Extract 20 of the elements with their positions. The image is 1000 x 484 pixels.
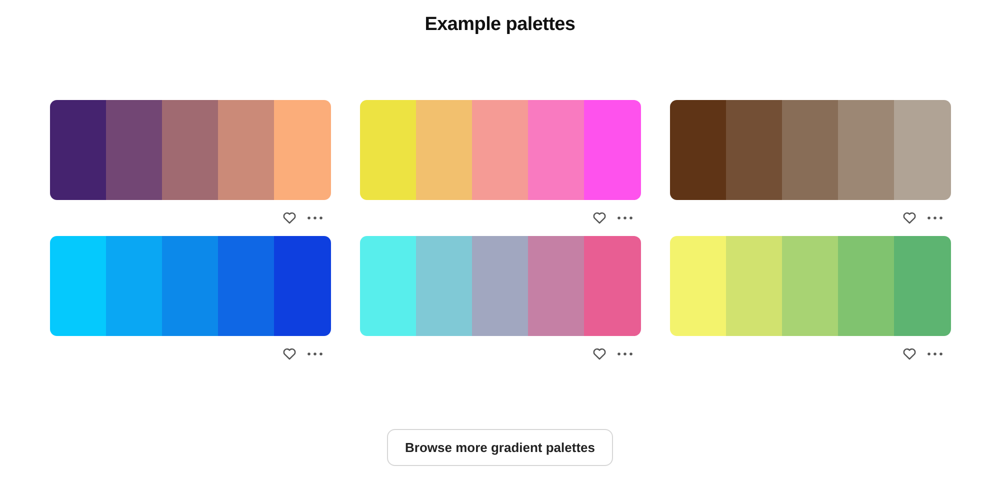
color-palette[interactable]	[670, 236, 950, 336]
color-palette[interactable]	[670, 100, 950, 200]
color-palette[interactable]	[50, 236, 330, 336]
heart-icon[interactable]	[902, 348, 916, 360]
heart-icon[interactable]	[592, 348, 606, 360]
section-title: Example palettes	[424, 14, 576, 36]
more-options-icon[interactable]	[616, 216, 632, 220]
browse-palettes-button[interactable]: Browse more gradient palettes	[387, 429, 613, 466]
more-options-icon[interactable]	[926, 352, 942, 356]
color-palette[interactable]	[360, 100, 640, 200]
more-options-icon[interactable]	[616, 352, 632, 356]
more-options-icon[interactable]	[926, 216, 942, 220]
heart-icon[interactable]	[902, 212, 916, 224]
heart-icon[interactable]	[282, 212, 296, 224]
more-options-icon[interactable]	[306, 216, 322, 220]
color-palette[interactable]	[360, 236, 640, 336]
heart-icon[interactable]	[592, 212, 606, 224]
color-palette[interactable]	[50, 100, 330, 200]
heart-icon[interactable]	[282, 348, 296, 360]
more-options-icon[interactable]	[306, 352, 322, 356]
